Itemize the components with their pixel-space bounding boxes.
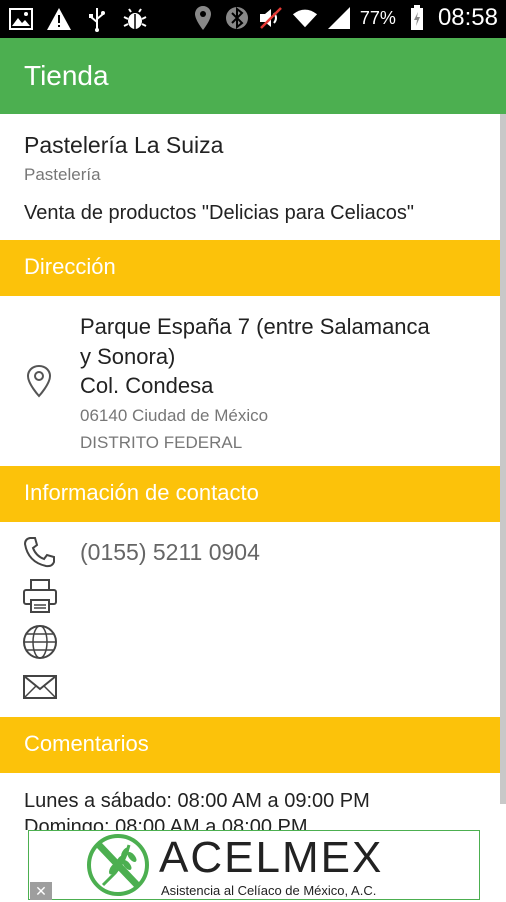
ad-content[interactable]: ACELMEX Asistencia al Celíaco de México,… [28,830,480,900]
comments-section-title: Comentarios [24,731,149,756]
fax-icon[interactable] [22,578,58,619]
warning-icon [46,6,72,32]
phone-icon[interactable] [22,534,58,575]
mute-icon [258,5,284,31]
wifi-icon [292,5,318,31]
clock: 08:58 [437,4,498,31]
status-bar-notifications [8,6,148,32]
contact-section-title: Información de contacto [24,480,259,505]
hours-sunday: Domingo: 08:00 AM a 08:00 PM [24,816,308,830]
store-description: Venta de productos "Delicias para Celiac… [24,202,414,224]
store-category: Pastelería [24,165,101,184]
status-bar: 77% 08:58 [0,0,506,38]
app-bar-title: Tienda [24,60,109,91]
phone-number[interactable]: (0155) 5211 0904 [80,539,260,566]
address-line-1[interactable]: Parque España 7 (entre Salamanca [80,314,430,340]
address-line-2[interactable]: y Sonora) [80,344,175,370]
store-name: Pastelería La Suiza [24,132,224,158]
image-icon [8,6,34,32]
location-icon [190,5,216,31]
address-section-header: Dirección [0,240,500,296]
battery-icon [404,5,430,31]
location-pin-icon[interactable] [26,364,52,403]
ad-title: ACELMEX [159,833,384,882]
status-bar-system: 77% 08:58 [190,4,498,32]
address-postal-city: 06140 Ciudad de México [80,406,269,425]
address-line-3[interactable]: Col. Condesa [80,373,213,399]
bluetooth-icon [224,5,250,31]
comments-section-header: Comentarios [0,717,500,773]
hours-weekdays: Lunes a sábado: 08:00 AM a 09:00 PM [24,790,370,812]
acelmex-logo-icon [85,833,151,902]
email-envelope-icon[interactable] [22,672,58,707]
store-detail-content[interactable]: Pastelería La Suiza Pastelería Venta de … [0,114,500,830]
signal-icon [326,5,352,31]
website-globe-icon[interactable] [22,624,58,665]
battery-percent: 77% [359,7,396,28]
address-state: DISTRITO FEDERAL [80,433,243,452]
app-bar: Tienda [0,38,506,114]
contact-section-header: Información de contacto [0,466,500,522]
usb-icon [84,6,110,32]
address-section-title: Dirección [24,254,116,279]
ad-close-button[interactable]: ✕ [30,882,52,900]
android-debug-icon [122,6,148,32]
scrollbar[interactable] [500,114,506,804]
ad-subtitle: Asistencia al Celíaco de México, A.C. [161,883,377,898]
ad-banner[interactable]: ACELMEX Asistencia al Celíaco de México,… [0,830,506,900]
